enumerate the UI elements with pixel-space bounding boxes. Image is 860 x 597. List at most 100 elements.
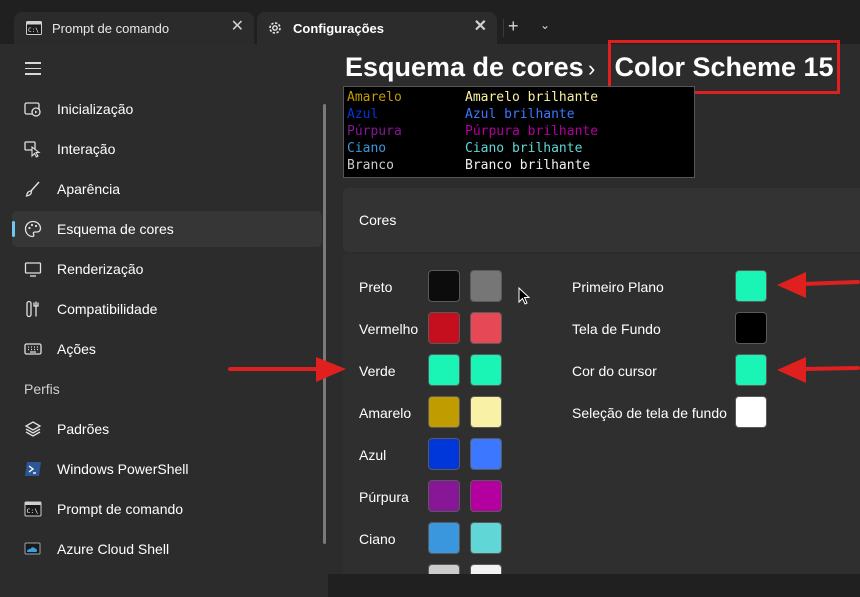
preview-row: Púrpura Púrpura brilhante (347, 124, 598, 141)
terminal-icon: C:\ (26, 20, 42, 36)
sidebar-item-windows-powershell[interactable]: Windows PowerShell (12, 451, 322, 487)
color-swatch-normal[interactable] (428, 438, 460, 470)
color-scheme-preview: Amarelo Amarelo brilhante Azul Azul brilha… (343, 86, 695, 178)
breadcrumb-separator: › (588, 56, 596, 81)
bottom-strip (328, 574, 860, 597)
sidebar-item-aparencia[interactable]: Aparência (12, 171, 322, 207)
preview-row: Ciano Ciano brilhante (347, 141, 582, 158)
color-swatch-bright[interactable] (470, 354, 502, 386)
color-swatch-normal[interactable] (428, 564, 460, 574)
sidebar-item-label: Azure Cloud Shell (57, 541, 170, 557)
page-title: Color Scheme 15 (614, 51, 834, 82)
color-swatch-normal[interactable] (428, 396, 460, 428)
cores-expander[interactable]: Cores (343, 188, 860, 252)
svg-text:C:\: C:\ (28, 27, 39, 34)
tab-separator (503, 19, 504, 37)
color-label: Verde (359, 363, 396, 379)
keyboard-icon (24, 340, 42, 358)
tab-bar: C:\ Prompt de comando ✕ Configurações ✕ … (0, 0, 860, 44)
sidebar-item-label: Prompt de comando (57, 501, 184, 517)
sidebar-item-label: Windows PowerShell (57, 461, 189, 477)
tab-label: Configurações (293, 20, 385, 36)
special-color-label: Tela de Fundo (572, 321, 661, 337)
preview-left: Azul (347, 107, 379, 122)
sidebar-item-renderizacao[interactable]: Renderização (12, 251, 322, 287)
close-icon[interactable]: ✕ (231, 19, 244, 35)
color-label: Amarelo (359, 405, 412, 421)
special-color-label: Primeiro Plano (572, 279, 664, 295)
color-swatch-normal[interactable] (428, 480, 460, 512)
color-label: Vermelho (359, 321, 419, 337)
color-swatch-bright[interactable] (470, 438, 502, 470)
palette-icon (24, 220, 42, 238)
preview-row: Azul Azul brilhante (347, 107, 575, 124)
section-title: Cores (359, 212, 397, 228)
preview-left: Ciano (347, 141, 387, 156)
sidebar-item-azure-cloud-shell[interactable]: Azure Cloud Shell (12, 531, 322, 567)
annotation-arrow-cursor (777, 357, 860, 383)
special-color-label: Seleção de tela de fundo (572, 405, 727, 421)
interaction-icon (24, 140, 42, 158)
color-swatch-bright[interactable] (470, 270, 502, 302)
sidebar-item-inicializacao[interactable]: Inicialização (12, 91, 322, 127)
close-icon[interactable]: ✕ (474, 19, 487, 35)
tab-prompt-de-comando[interactable]: C:\ Prompt de comando ✕ (14, 12, 254, 44)
special-color-label: Cor do cursor (572, 363, 657, 379)
svg-text:C:\: C:\ (27, 507, 39, 515)
sidebar-item-interacao[interactable]: Interação (12, 131, 322, 167)
annotation-arrow-verde (228, 357, 346, 382)
sidebar-item-label: Aparência (57, 181, 121, 197)
color-swatch-bright[interactable] (470, 564, 502, 574)
color-swatch-bright[interactable] (470, 480, 502, 512)
preview-row: Branco Branco brilhante (347, 158, 590, 175)
new-tab-button[interactable]: + (508, 16, 519, 37)
color-swatch-normal[interactable] (428, 312, 460, 344)
sidebar-item-padroes[interactable]: Padrões (12, 411, 322, 447)
color-swatch-bright[interactable] (470, 312, 502, 344)
preview-right: Amarelo brilhante (465, 90, 599, 105)
sidebar-item-prompt-de-comando[interactable]: C:\ Prompt de comando (12, 491, 322, 527)
colors-panel: Preto Vermelho Verde Amarelo Azul Púrpur… (343, 254, 860, 574)
monitor-icon (24, 260, 42, 278)
sidebar-item-label: Esquema de cores (57, 221, 174, 237)
color-label: Púrpura (359, 489, 409, 505)
annotation-arrow-primeiro-plano (777, 272, 860, 298)
color-label: Ciano (359, 531, 396, 547)
preview-left: Branco (347, 158, 394, 173)
color-swatch-bright[interactable] (470, 522, 502, 554)
tab-label: Prompt de comando (52, 20, 170, 36)
gear-icon (267, 20, 283, 36)
preview-left: Púrpura (347, 124, 402, 139)
sidebar-item-esquema-de-cores[interactable]: Esquema de cores (12, 211, 322, 247)
cmd-icon: C:\ (24, 500, 42, 518)
chevron-down-icon[interactable]: ⌄ (540, 18, 550, 32)
preview-left: Amarelo (347, 90, 402, 105)
tools-icon (24, 300, 42, 318)
selection-background-swatch[interactable] (735, 396, 767, 428)
hamburger-menu-icon[interactable] (25, 62, 41, 79)
preview-right: Púrpura brilhante (465, 124, 599, 139)
foreground-color-swatch[interactable] (735, 270, 767, 302)
azure-icon (24, 540, 42, 558)
preview-right: Azul brilhante (465, 107, 575, 122)
color-label: Preto (359, 279, 393, 295)
breadcrumb-parent[interactable]: Esquema de cores (345, 52, 584, 83)
startup-icon (24, 100, 42, 118)
cursor-color-swatch[interactable] (735, 354, 767, 386)
color-swatch-normal[interactable] (428, 354, 460, 386)
sidebar-item-label: Compatibilidade (57, 301, 158, 317)
sidebar-scrollbar[interactable] (323, 104, 326, 544)
sidebar-item-label: Padrões (57, 421, 110, 437)
color-swatch-bright[interactable] (470, 396, 502, 428)
layers-icon (24, 420, 42, 438)
sidebar-item-compatibilidade[interactable]: Compatibilidade (12, 291, 322, 327)
color-swatch-normal[interactable] (428, 270, 460, 302)
profiles-header: Perfis (24, 381, 60, 397)
sidebar-item-label: Ações (57, 341, 96, 357)
color-swatch-normal[interactable] (428, 522, 460, 554)
sidebar-item-label: Inicialização (57, 101, 134, 117)
powershell-icon (24, 460, 42, 478)
mouse-pointer-icon (518, 286, 531, 310)
background-color-swatch[interactable] (735, 312, 767, 344)
tab-configuracoes[interactable]: Configurações ✕ (257, 12, 497, 44)
